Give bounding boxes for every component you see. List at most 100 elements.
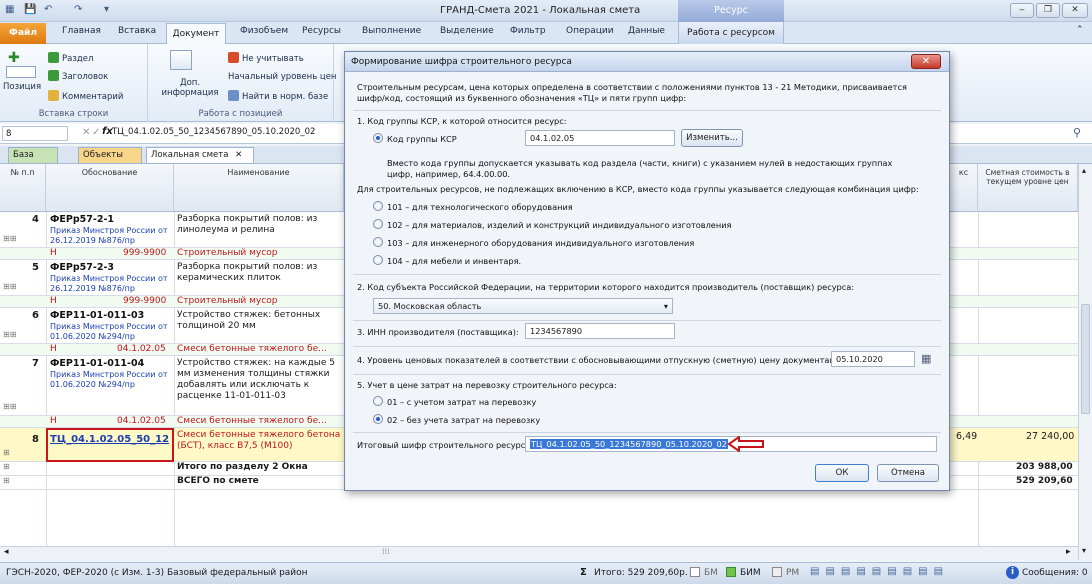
opt-01-radio[interactable] xyxy=(373,396,383,406)
quick-access-menu-icon[interactable]: ▾ xyxy=(104,4,109,15)
scroll-grip[interactable]: ⁞⁞⁞ xyxy=(382,547,390,556)
tab-objects[interactable]: Объекты xyxy=(78,147,142,164)
extra-info-button[interactable]: Доп. информация xyxy=(160,78,220,98)
tab-data[interactable]: Данные xyxy=(628,26,665,36)
tab-operations[interactable]: Операции xyxy=(566,26,614,36)
bm-checkbox[interactable] xyxy=(690,567,700,577)
insert-heading-button[interactable]: Заголовок xyxy=(48,70,108,82)
opt-102-radio[interactable] xyxy=(373,219,383,229)
opt-104-radio[interactable] xyxy=(373,255,383,265)
cancel-icon[interactable]: ✕ xyxy=(82,127,90,138)
confirm-icon[interactable]: ✓ xyxy=(92,127,100,138)
date-input[interactable]: 05.10.2020 xyxy=(831,351,915,367)
search-icon[interactable]: ⚲ xyxy=(1073,126,1081,139)
ksr-note-line2: цифр, например, 64.4.00.00. xyxy=(387,169,511,179)
expand-icon[interactable]: ⊞⊞ xyxy=(3,282,16,291)
save-icon[interactable]: 💾 xyxy=(24,4,36,15)
tab-execution[interactable]: Выполнение xyxy=(362,26,421,36)
redo-icon[interactable]: ↷ xyxy=(74,4,82,15)
opt-103-radio[interactable] xyxy=(373,237,383,247)
ksr-code-input[interactable]: 04.1.02.05 xyxy=(525,130,675,146)
ok-button[interactable]: ОК xyxy=(815,464,869,482)
pointer-arrow-icon xyxy=(727,436,764,452)
expand-icon[interactable]: ⊞⊞ xyxy=(3,330,16,339)
dialog-close-button[interactable]: ✕ xyxy=(911,54,941,69)
tab-resource-work[interactable]: Работа с ресурсом xyxy=(678,22,784,44)
section3-label: 3. ИНН производителя (поставщика): xyxy=(357,327,519,337)
section4-label: 4. Уровень ценовых показателей в соответ… xyxy=(357,355,844,365)
calendar-icon[interactable]: ▦ xyxy=(921,352,931,365)
header-basis: Обоснование xyxy=(46,164,174,212)
status-bar: ГЭСН-2020, ФЕР-2020 (с Изм. 1-3) Базовый… xyxy=(0,562,1092,584)
selected-basis-cell[interactable]: ТЦ_04.1.02.05_50_12 xyxy=(46,428,174,462)
scroll-up-icon[interactable]: ▴ xyxy=(1082,166,1086,175)
insert-comment-button[interactable]: Комментарий xyxy=(48,90,123,102)
insert-position-button[interactable]: Позиция xyxy=(3,82,41,92)
tab-selection[interactable]: Выделение xyxy=(440,26,494,36)
position-icon: ✚ xyxy=(8,50,20,66)
expand-icon[interactable]: ⊞⊞ xyxy=(3,234,16,243)
opt-02-radio[interactable] xyxy=(373,414,383,424)
opt-104-label: 104 – для мебели и инвентаря. xyxy=(387,256,522,266)
find-norm-button[interactable]: Найти в норм. базе xyxy=(228,90,328,102)
region-select[interactable]: 50. Московская область ▾ xyxy=(373,298,673,314)
chevron-down-icon[interactable]: ▾ xyxy=(664,301,668,311)
tab-home[interactable]: Главная xyxy=(62,26,101,36)
scroll-down-icon[interactable]: ▾ xyxy=(1082,546,1086,555)
rm-checkbox[interactable] xyxy=(772,567,782,577)
undo-icon[interactable]: ↶ xyxy=(44,4,52,15)
insert-section-button[interactable]: Раздел xyxy=(48,52,93,64)
opt-101-label: 101 – для технологического оборудования xyxy=(387,202,573,212)
tab-local-estimate[interactable]: Локальная смета ✕ xyxy=(146,147,254,164)
resource-code-dialog: Формирование шифра строительного ресурса… xyxy=(344,51,950,491)
find-icon xyxy=(228,90,239,101)
bm-label: БМ xyxy=(704,568,718,578)
tab-volume[interactable]: Физобъем xyxy=(240,26,288,36)
scroll-right-icon[interactable]: ▸ xyxy=(1066,547,1071,557)
opt-101-radio[interactable] xyxy=(373,201,383,211)
help-icon[interactable]: ⌃ xyxy=(1076,25,1084,35)
ksr-radio[interactable] xyxy=(373,133,383,143)
ignore-icon xyxy=(228,52,239,63)
formula-value[interactable]: ТЦ_04.1.02.05_50_1234567890_05.10.2020_0… xyxy=(112,127,315,137)
view-mode-icons[interactable]: ▤▤▤▤▤▤▤▤▤ xyxy=(810,566,949,577)
expand-icon[interactable]: ⊞ xyxy=(3,448,10,457)
horizontal-scrollbar[interactable]: ◂ ⁞⁞⁞ ▸ xyxy=(0,546,1078,560)
app-logo-icon: ▦ xyxy=(5,4,15,15)
initial-level-button[interactable]: Начальный уровень цен xyxy=(228,72,336,82)
change-button[interactable]: Изменить... xyxy=(681,129,743,147)
result-label: Итоговый шифр строительного ресурса: xyxy=(357,440,534,450)
cancel-button[interactable]: Отмена xyxy=(877,464,939,482)
header-cost: Сметная стоимость в текущем уровне цен xyxy=(978,164,1078,212)
close-tab-icon[interactable]: ✕ xyxy=(235,150,242,160)
info-icon[interactable]: i xyxy=(1006,566,1019,579)
info-icon xyxy=(170,50,192,70)
bim-indicator[interactable] xyxy=(726,567,736,577)
messages-label[interactable]: Сообщения: 0 xyxy=(1022,568,1088,578)
tab-file[interactable]: Файл xyxy=(0,23,46,44)
tab-document[interactable]: Документ xyxy=(166,23,226,45)
window-close-button[interactable]: ✕ xyxy=(1062,3,1088,18)
expand-icon[interactable]: ⊞⊞ xyxy=(3,402,16,411)
not-in-ksr-label: Для строительных ресурсов, не подлежащих… xyxy=(357,184,919,194)
scroll-left-icon[interactable]: ◂ xyxy=(4,547,9,557)
vertical-scrollbar[interactable]: ▴ ▾ xyxy=(1078,164,1092,560)
expand-icon[interactable]: ⊞ xyxy=(3,462,10,471)
maximize-button[interactable]: ❐ xyxy=(1036,3,1060,18)
header-num: № п.п xyxy=(0,164,46,212)
section-icon xyxy=(48,52,59,63)
minimize-button[interactable]: ‒ xyxy=(1010,3,1034,18)
tab-base[interactable]: База xyxy=(8,147,58,164)
cell-reference-input[interactable]: 8 xyxy=(2,126,68,141)
expand-icon[interactable]: ⊞ xyxy=(3,476,10,485)
ignore-button[interactable]: Не учитывать xyxy=(228,52,304,64)
header-name: Наименование xyxy=(174,164,344,212)
opt-103-label: 103 – для инженерного оборудования индив… xyxy=(387,238,695,248)
dialog-title-bar: Формирование шифра строительного ресурса… xyxy=(345,52,949,72)
inn-input[interactable]: 1234567890 xyxy=(525,323,675,339)
scroll-thumb[interactable] xyxy=(1081,304,1090,414)
comment-icon xyxy=(48,90,59,101)
tab-filter[interactable]: Фильтр xyxy=(510,26,546,36)
tab-insert[interactable]: Вставка xyxy=(118,26,156,36)
tab-resources[interactable]: Ресурсы xyxy=(302,26,341,36)
